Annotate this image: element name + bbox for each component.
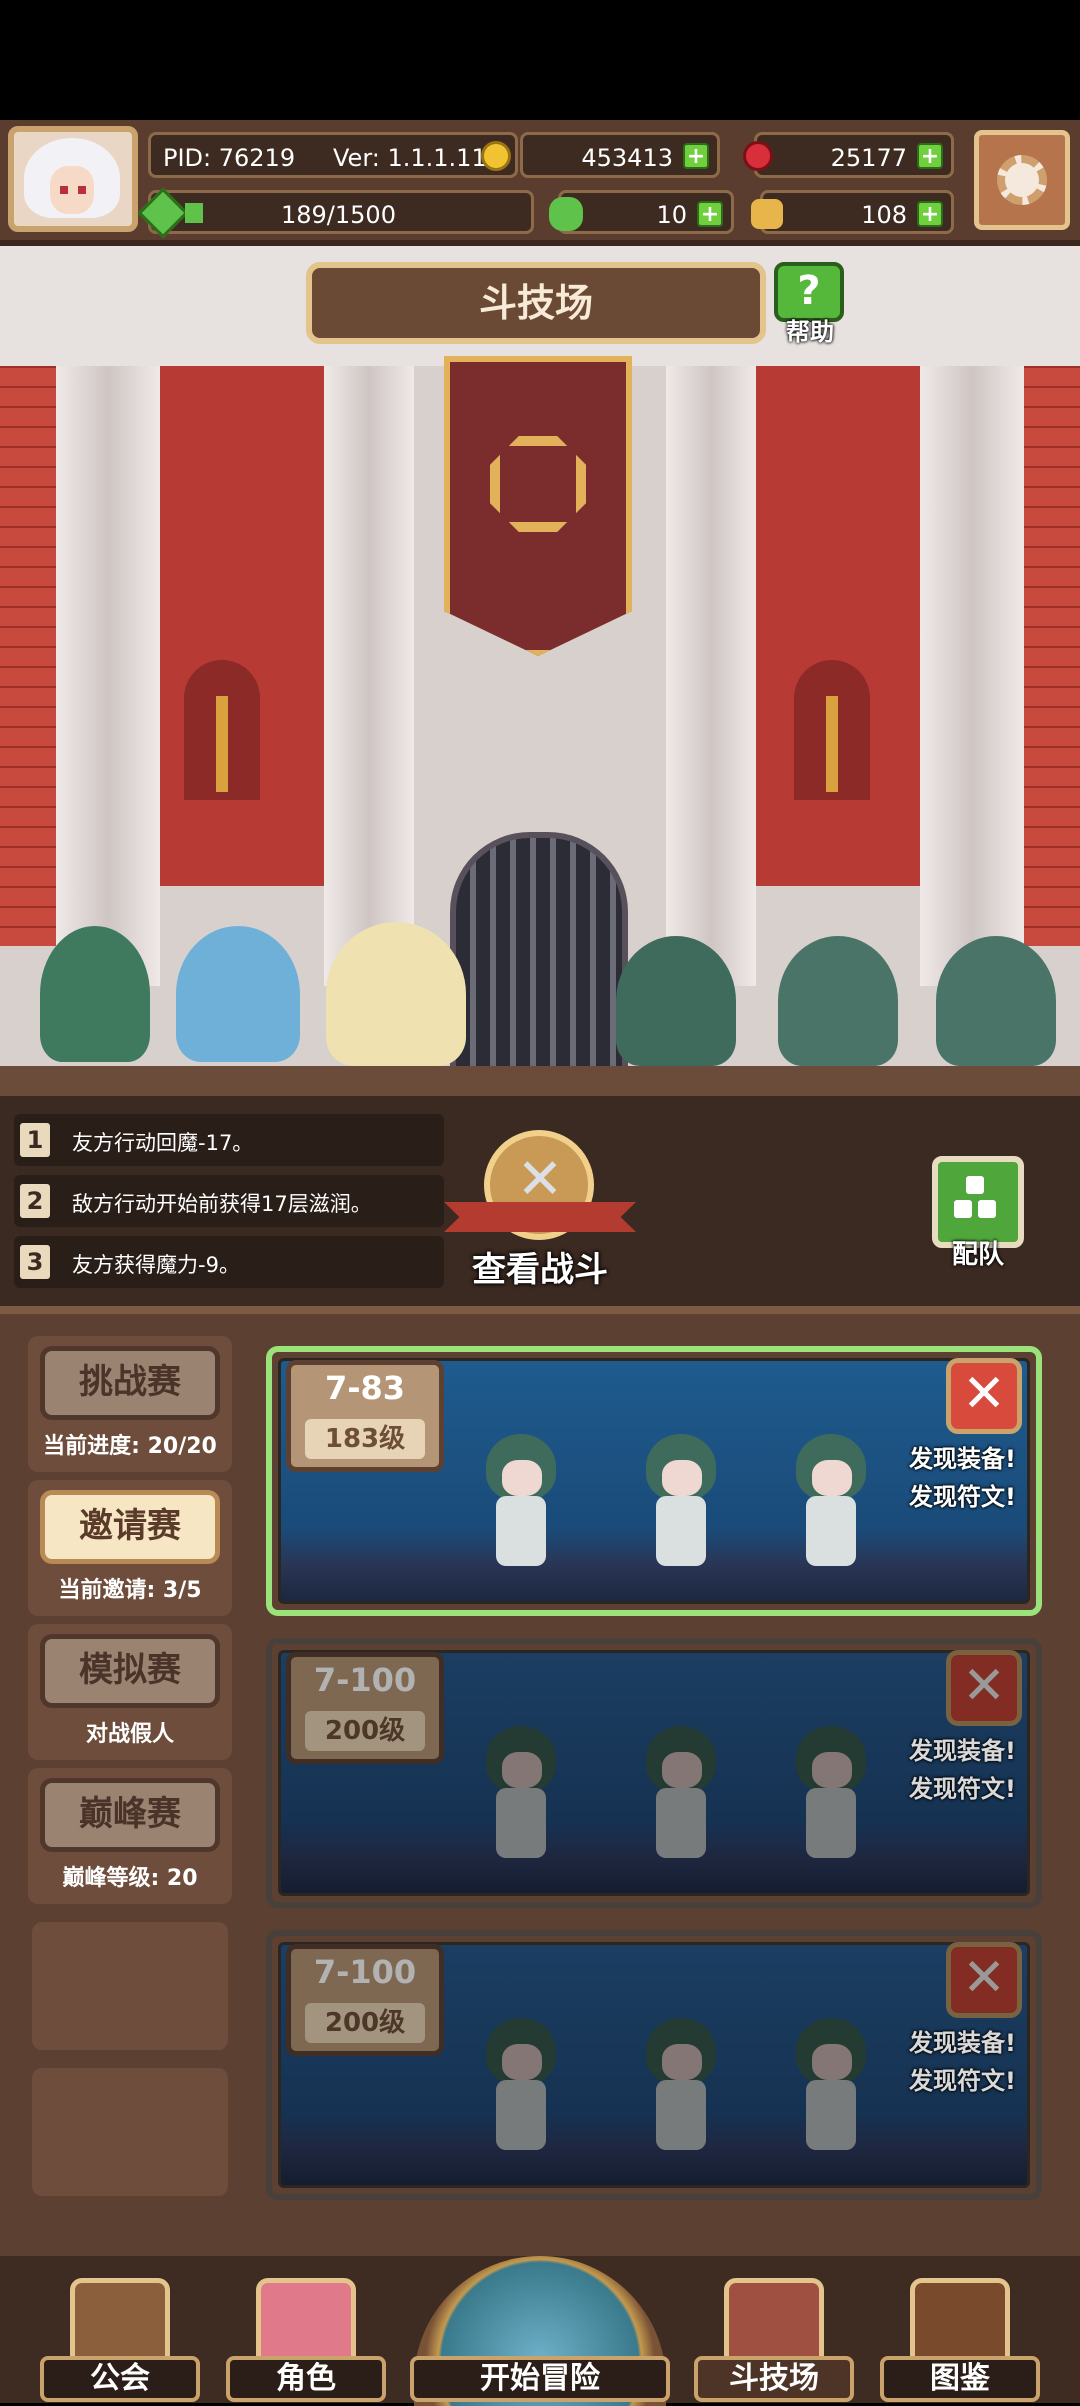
nav-character[interactable]: 角色 <box>226 2278 386 2403</box>
arena-gate <box>450 832 628 1096</box>
nav-codex[interactable]: 图鉴 <box>880 2278 1040 2403</box>
opponent-card[interactable]: 7-100 200级 ✕ 发现装备! 发现符文! <box>266 1930 1042 2200</box>
settings-button[interactable] <box>974 130 1070 230</box>
gem-counter: 25177 + <box>743 132 954 178</box>
mode-peak: 巅峰赛 巅峰等级: 20 <box>28 1768 232 1904</box>
close-icon[interactable]: ✕ <box>946 1942 1022 2018</box>
crossed-swords-icon <box>724 2278 824 2362</box>
coin-icon <box>481 141 511 171</box>
battle-log-entry: 2 敌方行动开始前获得17层滋润。 <box>14 1175 444 1227</box>
player-info-box: PID: 76219 Ver: 1.1.1.11 <box>148 132 518 178</box>
bread-value: 108 <box>861 201 907 229</box>
battle-log-entry: 1 友方行动回魔-17。 <box>14 1114 444 1166</box>
stamina-bar: 189/1500 <box>137 187 534 239</box>
mode-simulation: 模拟赛 对战假人 <box>28 1624 232 1760</box>
peak-mode-button[interactable]: 巅峰赛 <box>40 1778 220 1852</box>
simulation-mode-button[interactable]: 模拟赛 <box>40 1634 220 1708</box>
battle-log-entry: 3 友方获得魔力-9。 <box>14 1236 444 1288</box>
add-gem-plus-icon[interactable]: + <box>917 143 943 169</box>
gem-value: 25177 <box>830 144 907 172</box>
view-battle-label: 查看战斗 <box>472 1250 608 1290</box>
mode-challenge: 挑战赛 当前进度: 20/20 <box>28 1336 232 1472</box>
close-icon[interactable]: ✕ <box>946 1358 1022 1434</box>
gold-counter: 453413 + <box>520 132 720 178</box>
add-gold-plus-icon[interactable]: + <box>683 143 709 169</box>
challenge-mode-button[interactable]: 挑战赛 <box>40 1346 220 1420</box>
game-version: Ver: 1.1.1.11 <box>333 144 487 172</box>
opponent-card[interactable]: 7-83 183级 ✕ 发现装备! 发现符文! <box>266 1346 1042 1616</box>
crossed-swords-icon: ✕ <box>516 1147 564 1212</box>
close-icon[interactable]: ✕ <box>946 1650 1022 1726</box>
ally-unit <box>326 922 466 1066</box>
opponent-loot: 发现装备! 发现符文! <box>909 2029 1016 2095</box>
bread-icon <box>751 199 783 229</box>
enemy-unit <box>778 936 898 1066</box>
peak-level: 巅峰等级: 20 <box>62 1866 198 1891</box>
mode-invite: 邀请赛 当前邀请: 3/5 <box>28 1480 232 1616</box>
enemy-unit <box>936 936 1056 1066</box>
opponent-stage-tag: 7-83 183级 <box>286 1360 444 1472</box>
player-avatar[interactable] <box>8 126 138 232</box>
arena-scene <box>0 246 1080 1096</box>
invite-mode-button[interactable]: 邀请赛 <box>40 1490 220 1564</box>
bread-counter: 108 + <box>751 190 954 234</box>
guild-icon <box>70 2278 170 2362</box>
team-label: 配队 <box>951 1240 1004 1270</box>
clover-icon <box>549 197 583 231</box>
gear-icon <box>997 155 1047 205</box>
nav-guild[interactable]: 公会 <box>40 2278 200 2403</box>
player-id: PID: 76219 <box>163 144 296 172</box>
help-button[interactable]: ? 帮助 <box>770 262 850 346</box>
help-label: 帮助 <box>786 318 834 346</box>
character-icon <box>256 2278 356 2362</box>
invite-count: 当前邀请: 3/5 <box>58 1578 202 1603</box>
challenge-progress: 当前进度: 20/20 <box>43 1434 217 1459</box>
ally-unit <box>40 926 150 1062</box>
opponent-stage-tag: 7-100 200级 <box>286 1652 444 1764</box>
red-gem-icon <box>743 141 773 171</box>
status-bar <box>0 0 1080 120</box>
resource-header: PID: 76219 Ver: 1.1.1.11 453413 + 25177 … <box>0 120 1080 246</box>
mode-menu: 挑战赛 当前进度: 20/20 邀请赛 当前邀请: 3/5 模拟赛 对战假人 巅… <box>28 1336 232 2236</box>
empty-mode-slot <box>32 1922 228 2050</box>
opponent-stage-tag: 7-100 200级 <box>286 1944 444 2056</box>
gold-value: 453413 <box>581 144 673 172</box>
opponent-card[interactable]: 7-100 200级 ✕ 发现装备! 发现符文! <box>266 1638 1042 1908</box>
arena-title: 斗技场 <box>306 262 766 344</box>
team-setup-button[interactable]: 配队 <box>928 1156 1028 1270</box>
add-clover-plus-icon[interactable]: + <box>697 201 723 227</box>
clover-counter: 10 + <box>549 190 734 234</box>
book-icon <box>910 2278 1010 2362</box>
bottom-nav: 公会 角色 开始冒险 斗技场 图鉴 <box>0 2256 1080 2406</box>
green-gem-icon <box>137 187 189 239</box>
simulation-desc: 对战假人 <box>85 1722 174 1747</box>
stamina-value: 189/1500 <box>281 201 396 229</box>
ally-unit <box>176 926 300 1062</box>
view-battle-button[interactable]: ✕ 查看战斗 <box>440 1130 640 1300</box>
opponent-loot: 发现装备! 发现符文! <box>909 1445 1016 1511</box>
nav-start-adventure[interactable]: 开始冒险 <box>410 2256 670 2406</box>
clover-value: 10 <box>656 201 687 229</box>
empty-mode-slot <box>32 2068 228 2196</box>
nav-arena[interactable]: 斗技场 <box>694 2278 854 2403</box>
stamina-fill <box>185 203 203 223</box>
opponent-loot: 发现装备! 发现符文! <box>909 1737 1016 1803</box>
add-bread-plus-icon[interactable]: + <box>917 201 943 227</box>
enemy-unit <box>616 936 736 1066</box>
